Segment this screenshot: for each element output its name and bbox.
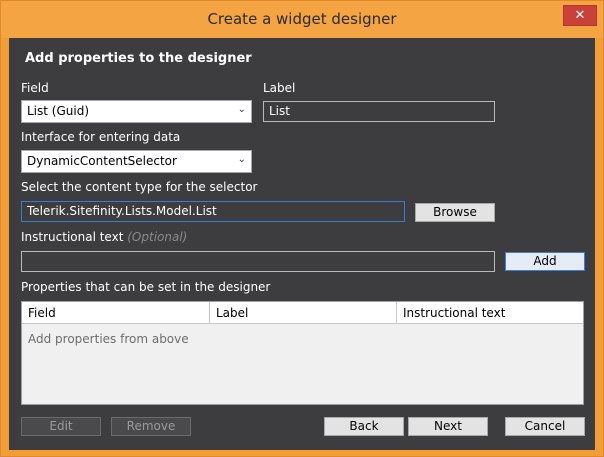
title-bar[interactable]: Create a widget designer ✕: [1, 1, 603, 38]
label-label: Label: [263, 81, 296, 95]
column-header-field[interactable]: Field: [22, 302, 210, 324]
cancel-button[interactable]: Cancel: [505, 417, 585, 436]
dialog-content: Add properties to the designer Field Lis…: [9, 38, 595, 450]
field-dropdown[interactable]: List (Guid) ⌄: [21, 100, 252, 123]
browse-button[interactable]: Browse: [415, 203, 495, 222]
section-heading: Add properties to the designer: [25, 51, 252, 66]
content-type-input-value: Telerik.Sitefinity.Lists.Model.List: [27, 204, 217, 218]
content-type-input[interactable]: Telerik.Sitefinity.Lists.Model.List: [21, 201, 405, 222]
edit-button-label: Edit: [49, 419, 73, 433]
field-dropdown-value: List (Guid): [27, 104, 90, 118]
interface-dropdown-value: DynamicContentSelector: [27, 154, 177, 168]
window-title: Create a widget designer: [207, 10, 397, 28]
next-button[interactable]: Next: [408, 417, 488, 436]
optional-hint: (Optional): [127, 230, 188, 244]
add-button-label: Add: [533, 254, 557, 268]
column-header-instructional-text[interactable]: Instructional text: [397, 302, 583, 324]
edit-button[interactable]: Edit: [21, 417, 101, 436]
close-button[interactable]: ✕: [563, 5, 597, 26]
grid-empty-message: Add properties from above: [28, 332, 189, 346]
cancel-button-label: Cancel: [524, 419, 566, 433]
field-label: Field: [21, 81, 49, 95]
remove-button-label: Remove: [126, 419, 176, 433]
column-header-label[interactable]: Label: [210, 302, 397, 324]
interface-label: Interface for entering data: [21, 130, 181, 144]
add-button[interactable]: Add: [505, 252, 585, 271]
content-type-label: Select the content type for the selector: [21, 180, 258, 194]
chevron-down-icon: ⌄: [237, 104, 246, 115]
next-button-label: Next: [434, 419, 462, 433]
instructional-text-label: Instructional text (Optional): [21, 230, 187, 244]
instructional-text-input[interactable]: [21, 251, 495, 272]
dialog-window: Create a widget designer ✕ Add propertie…: [0, 0, 604, 457]
properties-grid[interactable]: Field Label Instructional text Add prope…: [21, 301, 584, 405]
properties-label: Properties that can be set in the design…: [21, 280, 271, 294]
grid-header: Field Label Instructional text: [22, 302, 583, 324]
label-input-value: List: [269, 104, 290, 118]
back-button-label: Back: [349, 419, 379, 433]
instructional-text-label-text: Instructional text: [21, 230, 124, 244]
label-input[interactable]: List: [263, 101, 495, 122]
chevron-down-icon: ⌄: [237, 154, 246, 165]
back-button[interactable]: Back: [324, 417, 404, 436]
close-icon: ✕: [574, 8, 586, 23]
interface-dropdown[interactable]: DynamicContentSelector ⌄: [21, 150, 252, 173]
remove-button[interactable]: Remove: [111, 417, 191, 436]
browse-button-label: Browse: [433, 205, 477, 219]
